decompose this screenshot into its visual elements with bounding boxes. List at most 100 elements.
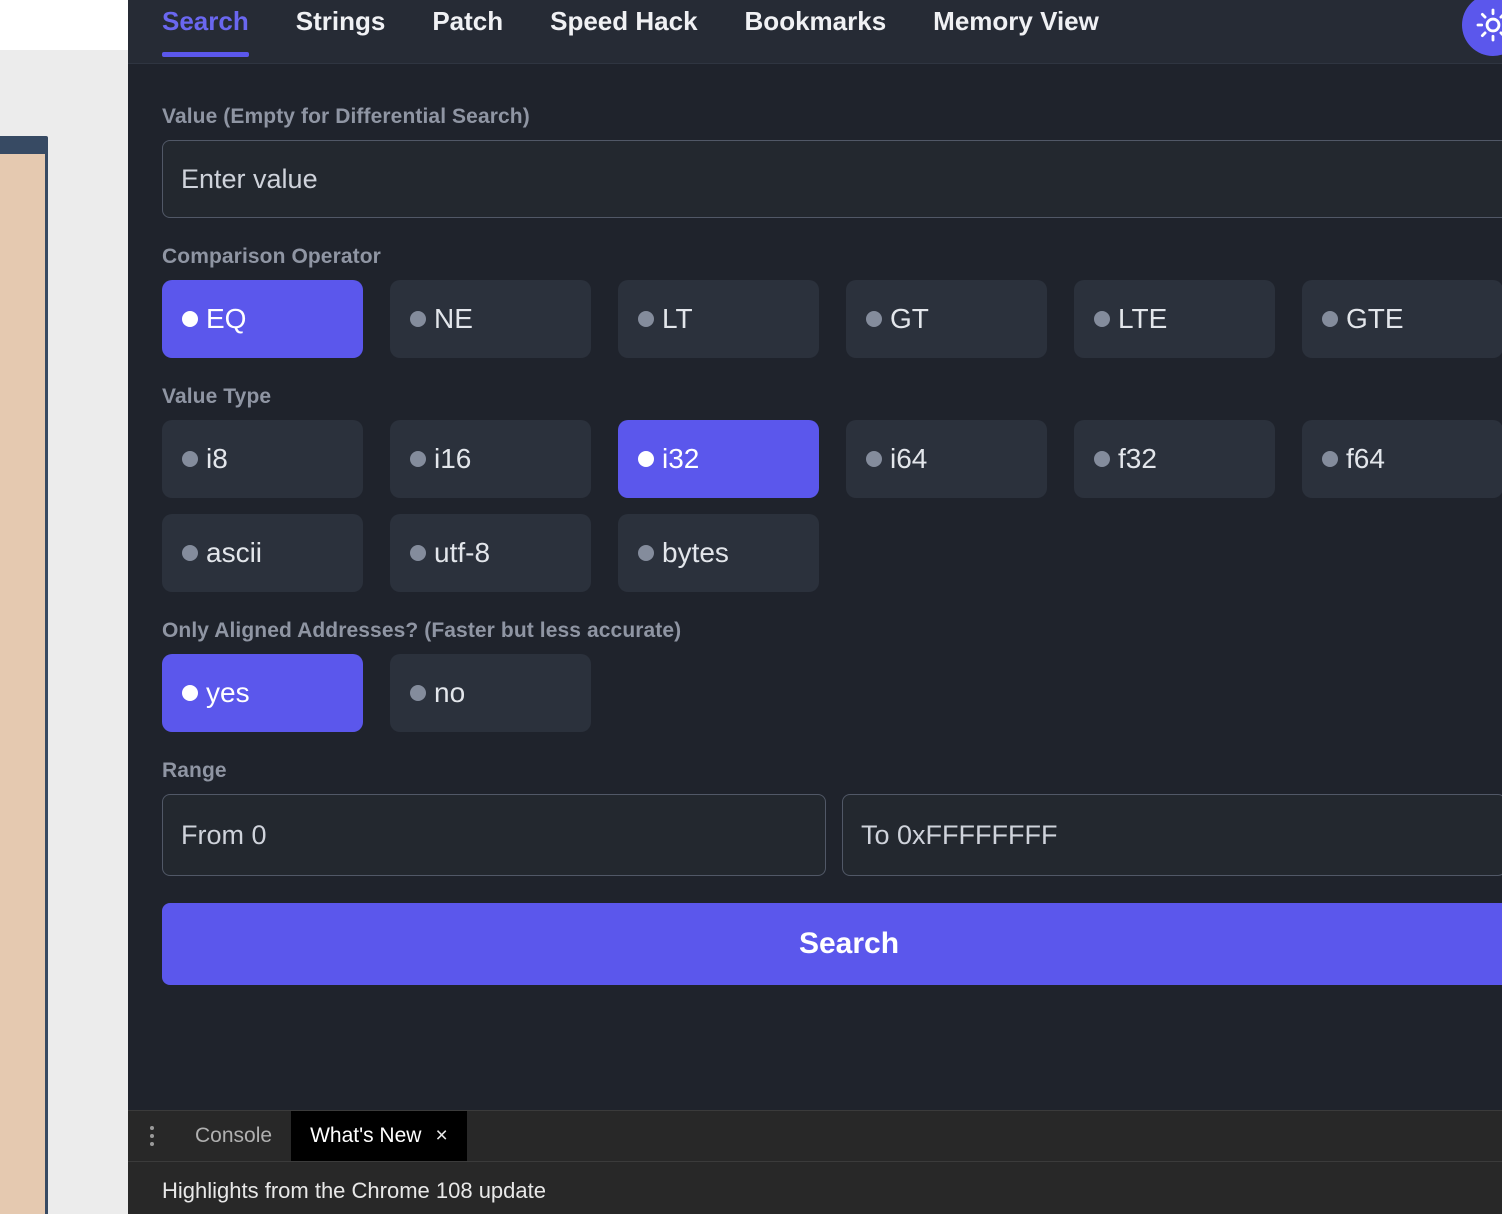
value-type-option-bytes[interactable]: bytes (618, 514, 819, 592)
tab-label: Memory View (933, 6, 1099, 36)
comparison-operator-section: Comparison Operator EQ NE LT (162, 245, 1502, 358)
aligned-option-yes[interactable]: yes (162, 654, 363, 732)
value-type-option-i32[interactable]: i32 (618, 420, 819, 498)
range-inputs (162, 794, 1502, 876)
page-header-strip (0, 0, 128, 50)
aligned-addresses-section: Only Aligned Addresses? (Faster but less… (162, 619, 1502, 732)
aligned-addresses-label: Only Aligned Addresses? (Faster but less… (162, 619, 1502, 643)
screen-root: Search Strings Patch Speed Hack Bookmark… (0, 0, 1502, 1214)
option-label: i8 (206, 445, 228, 473)
radio-dot-icon (866, 311, 882, 327)
radio-dot-icon (1094, 311, 1110, 327)
value-type-option-ascii[interactable]: ascii (162, 514, 363, 592)
tab-label: Speed Hack (550, 6, 697, 36)
page-background (0, 50, 128, 1214)
radio-dot-icon (410, 451, 426, 467)
operator-option-gte[interactable]: GTE (1302, 280, 1502, 358)
value-type-option-f32[interactable]: f32 (1074, 420, 1275, 498)
value-section: Value (Empty for Differential Search) (162, 105, 1502, 218)
page-content-card-fill (0, 154, 45, 1214)
radio-dot-icon (1094, 451, 1110, 467)
search-form: Value (Empty for Differential Search) Co… (128, 64, 1502, 1110)
radio-dot-icon (410, 311, 426, 327)
radio-dot-icon (638, 451, 654, 467)
value-type-section: Value Type i8 i16 i32 (162, 385, 1502, 592)
option-label: ascii (206, 539, 262, 567)
drawer-tab-console[interactable]: Console (176, 1111, 291, 1161)
drawer-tab-whats-new[interactable]: What's New × (291, 1111, 467, 1161)
drawer-tab-label: What's New (310, 1124, 421, 1148)
value-label: Value (Empty for Differential Search) (162, 105, 1502, 129)
drawer-tab-label: Console (195, 1124, 272, 1148)
radio-dot-icon (638, 545, 654, 561)
option-label: i16 (434, 445, 471, 473)
radio-dot-icon (182, 451, 198, 467)
tab-bookmarks[interactable]: Bookmarks (745, 0, 887, 63)
option-label: NE (434, 305, 473, 333)
radio-dot-icon (410, 685, 426, 701)
aligned-addresses-options: yes no (162, 654, 1502, 732)
radio-dot-icon (1322, 311, 1338, 327)
option-label: GT (890, 305, 929, 333)
panel-tabbar: Search Strings Patch Speed Hack Bookmark… (128, 0, 1502, 64)
page-content-card (0, 136, 48, 1214)
range-to-input[interactable] (842, 794, 1502, 876)
option-label: f32 (1118, 445, 1157, 473)
option-label: no (434, 679, 465, 707)
radio-dot-icon (638, 311, 654, 327)
option-label: bytes (662, 539, 729, 567)
devtools-panel: Search Strings Patch Speed Hack Bookmark… (128, 0, 1502, 1214)
theme-toggle-button[interactable] (1462, 0, 1502, 56)
value-type-option-i8[interactable]: i8 (162, 420, 363, 498)
operator-option-eq[interactable]: EQ (162, 280, 363, 358)
radio-dot-icon (182, 545, 198, 561)
tab-memory-view[interactable]: Memory View (933, 0, 1099, 63)
value-input[interactable] (162, 140, 1502, 218)
value-type-option-i64[interactable]: i64 (846, 420, 1047, 498)
radio-dot-icon (866, 451, 882, 467)
devtools-drawer: Console What's New × Highlights from the… (128, 1110, 1502, 1214)
tab-label: Patch (432, 6, 503, 36)
tab-label: Bookmarks (745, 6, 887, 36)
radio-dot-icon (1322, 451, 1338, 467)
operator-option-ne[interactable]: NE (390, 280, 591, 358)
tab-patch[interactable]: Patch (432, 0, 503, 63)
aligned-option-no[interactable]: no (390, 654, 591, 732)
operator-option-lte[interactable]: LTE (1074, 280, 1275, 358)
range-label: Range (162, 759, 1502, 783)
option-label: LT (662, 305, 693, 333)
range-section: Range (162, 759, 1502, 876)
drawer-tabbar: Console What's New × (128, 1111, 1502, 1162)
operator-option-gt[interactable]: GT (846, 280, 1047, 358)
option-label: i64 (890, 445, 927, 473)
close-icon[interactable]: × (435, 1124, 447, 1148)
option-label: LTE (1118, 305, 1167, 333)
value-type-option-i16[interactable]: i16 (390, 420, 591, 498)
tab-label: Strings (296, 6, 386, 36)
value-type-option-f64[interactable]: f64 (1302, 420, 1502, 498)
tab-speed-hack[interactable]: Speed Hack (550, 0, 697, 63)
option-label: EQ (206, 305, 246, 333)
option-label: f64 (1346, 445, 1385, 473)
kebab-menu-icon[interactable] (128, 1111, 176, 1161)
whats-new-headline: Highlights from the Chrome 108 update (162, 1178, 546, 1203)
option-label: utf-8 (434, 539, 490, 567)
tab-search[interactable]: Search (162, 0, 249, 63)
operator-option-lt[interactable]: LT (618, 280, 819, 358)
value-type-label: Value Type (162, 385, 1502, 409)
option-label: i32 (662, 445, 699, 473)
value-type-option-utf-8[interactable]: utf-8 (390, 514, 591, 592)
tab-label: Search (162, 6, 249, 36)
comparison-operator-label: Comparison Operator (162, 245, 1502, 269)
comparison-operator-options: EQ NE LT GT (162, 280, 1502, 358)
search-submit-button[interactable]: Search (162, 903, 1502, 985)
option-label: GTE (1346, 305, 1404, 333)
radio-dot-icon (410, 545, 426, 561)
sun-icon (1476, 8, 1502, 42)
tab-strings[interactable]: Strings (296, 0, 386, 63)
radio-dot-icon (182, 311, 198, 327)
value-type-options-row-2: ascii utf-8 bytes (162, 514, 1502, 592)
drawer-content: Highlights from the Chrome 108 update (128, 1162, 1502, 1204)
range-from-input[interactable] (162, 794, 826, 876)
option-label: yes (206, 679, 250, 707)
